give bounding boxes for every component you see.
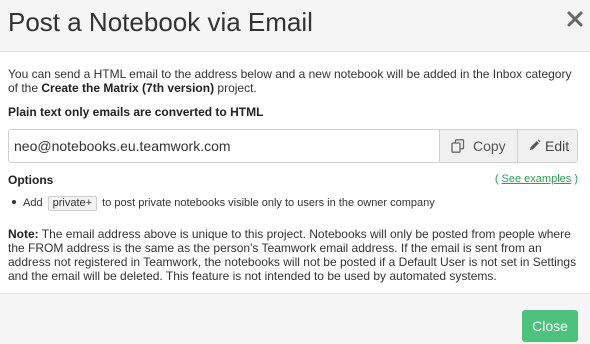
- copy-button-label: Copy: [473, 138, 506, 154]
- pencil-icon: [530, 139, 541, 150]
- option-item-private: Add private+ to post private notebooks v…: [12, 196, 435, 211]
- private-tag: private+: [47, 196, 98, 211]
- note-label: Note:: [8, 227, 39, 241]
- bullet-icon: [12, 200, 16, 205]
- dialog-header: Post a Notebook via Email: [0, 0, 590, 52]
- close-button[interactable]: Close: [522, 310, 578, 342]
- copy-icon: [451, 139, 465, 153]
- plain-text-note: Plain text only emails are converted to …: [8, 105, 264, 119]
- see-examples-link[interactable]: See examples: [502, 173, 572, 185]
- edit-button[interactable]: Edit: [517, 130, 577, 162]
- note-paragraph: Note: The email address above is unique …: [8, 227, 580, 283]
- option-suffix: to post private notebooks visible only t…: [102, 197, 435, 209]
- email-address-field[interactable]: [9, 130, 439, 162]
- email-address-group: Copy Edit: [8, 129, 578, 163]
- close-icon[interactable]: [566, 10, 584, 28]
- see-examples-close: ): [571, 173, 578, 185]
- intro-text-after: project.: [214, 81, 257, 95]
- options-heading: Options: [8, 173, 54, 187]
- project-name: Create the Matrix (7th version): [41, 81, 215, 95]
- edit-button-label: Edit: [545, 138, 570, 154]
- note-text: The email address above is unique to thi…: [8, 227, 577, 283]
- dialog-footer: Close: [0, 293, 590, 344]
- option-prefix: Add: [23, 197, 43, 209]
- dialog-body: You can send a HTML email to the address…: [0, 53, 590, 293]
- see-examples-wrap: ( See examples ): [495, 173, 578, 185]
- dialog-title: Post a Notebook via Email: [8, 7, 313, 37]
- intro-text: You can send a HTML email to the address…: [8, 67, 578, 95]
- see-examples-open: (: [494, 173, 502, 185]
- copy-button[interactable]: Copy: [439, 130, 517, 162]
